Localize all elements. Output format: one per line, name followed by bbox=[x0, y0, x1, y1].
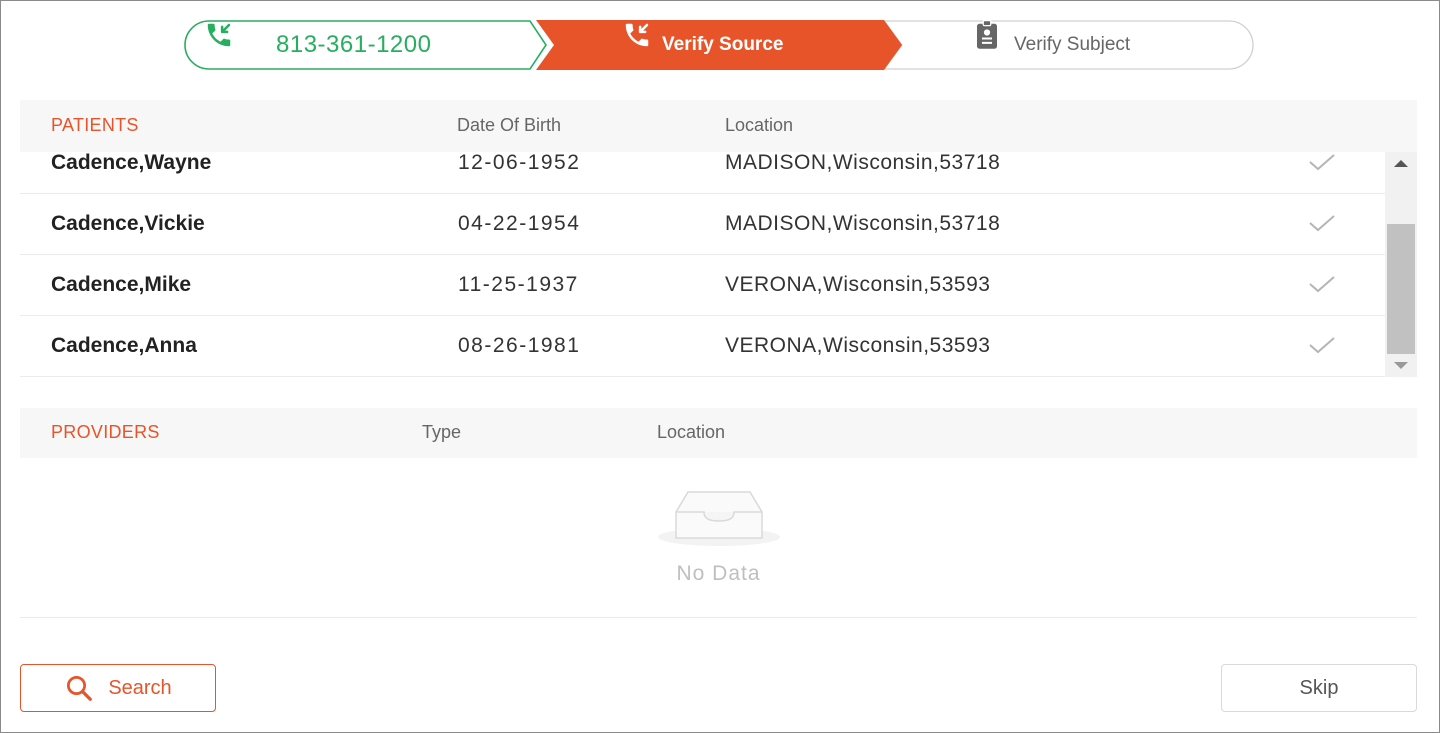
patient-location: MADISON,Wisconsin,53718 bbox=[725, 212, 1001, 235]
patient-name: Cadence,Wayne bbox=[51, 152, 212, 174]
search-button[interactable]: Search bbox=[20, 664, 216, 712]
table-row[interactable]: Cadence,Anna 08-26-1981 VERONA,Wisconsin… bbox=[20, 316, 1385, 377]
location-column-header: Location bbox=[725, 115, 794, 135]
search-icon bbox=[64, 673, 94, 703]
patient-location: MADISON,Wisconsin,53718 bbox=[725, 152, 1001, 174]
patients-table-header: PATIENTS Date Of Birth Location bbox=[20, 100, 1417, 152]
check-icon[interactable] bbox=[1305, 208, 1339, 238]
patient-name: Cadence,Anna bbox=[51, 334, 197, 357]
skip-button[interactable]: Skip bbox=[1221, 664, 1417, 712]
provider-location-column-header: Location bbox=[657, 422, 726, 442]
id-badge-icon bbox=[974, 20, 1008, 62]
search-button-label: Search bbox=[108, 676, 172, 699]
patient-name: Cadence,Vickie bbox=[51, 212, 205, 235]
table-row[interactable]: Cadence,Vickie 04-22-1954 MADISON,Wiscon… bbox=[20, 194, 1385, 255]
check-icon[interactable] bbox=[1305, 269, 1339, 299]
step-phone[interactable]: 813-361-1200 bbox=[204, 20, 431, 70]
table-row[interactable]: Cadence,Wayne 12-06-1952 MADISON,Wiscons… bbox=[20, 152, 1385, 194]
patient-location: VERONA,Wisconsin,53593 bbox=[725, 334, 991, 357]
type-column-header: Type bbox=[422, 422, 462, 442]
scrollbar-thumb[interactable] bbox=[1387, 224, 1415, 354]
providers-table-header: PROVIDERS Type Location bbox=[20, 408, 1417, 458]
table-row[interactable]: Cadence,Mike 11-25-1937 VERONA,Wisconsin… bbox=[20, 255, 1385, 316]
step-verify-subject[interactable]: Verify Subject bbox=[974, 20, 1130, 70]
step-verify-source-label: Verify Source bbox=[662, 34, 784, 55]
empty-inbox-icon bbox=[656, 484, 782, 553]
check-icon[interactable] bbox=[1305, 330, 1339, 360]
providers-table: PROVIDERS Type Location No Data bbox=[20, 408, 1417, 618]
verification-stepper: 813-361-1200 Verify Source Verify Subjec… bbox=[184, 20, 1254, 70]
phone-incoming-icon bbox=[622, 23, 656, 62]
patients-scrollbar[interactable] bbox=[1385, 152, 1417, 377]
patient-dob: 08-26-1981 bbox=[458, 334, 581, 357]
step-verify-source[interactable]: Verify Source bbox=[622, 20, 783, 70]
step-verify-subject-label: Verify Subject bbox=[1014, 34, 1131, 55]
patients-table-body[interactable]: Cadence,Wayne 12-06-1952 MADISON,Wiscons… bbox=[20, 152, 1417, 377]
patient-dob: 04-22-1954 bbox=[458, 212, 581, 235]
skip-button-label: Skip bbox=[1299, 676, 1339, 699]
scroll-down-arrow-icon[interactable] bbox=[1394, 362, 1408, 369]
phone-incoming-icon bbox=[204, 23, 238, 62]
check-icon[interactable] bbox=[1305, 152, 1339, 177]
phone-number: 813-361-1200 bbox=[276, 31, 432, 58]
no-data-text: No Data bbox=[676, 562, 761, 585]
providers-title: PROVIDERS bbox=[51, 422, 160, 442]
patient-dob: 11-25-1937 bbox=[458, 273, 579, 296]
patients-title: PATIENTS bbox=[51, 115, 139, 135]
patient-dob: 12-06-1952 bbox=[458, 152, 581, 174]
patient-name: Cadence,Mike bbox=[51, 273, 192, 296]
providers-empty-state: No Data bbox=[20, 458, 1417, 618]
patient-location: VERONA,Wisconsin,53593 bbox=[725, 273, 991, 296]
patients-table: PATIENTS Date Of Birth Location Cadence,… bbox=[20, 100, 1417, 377]
scroll-up-arrow-icon[interactable] bbox=[1394, 160, 1408, 167]
dob-column-header: Date Of Birth bbox=[457, 115, 562, 135]
